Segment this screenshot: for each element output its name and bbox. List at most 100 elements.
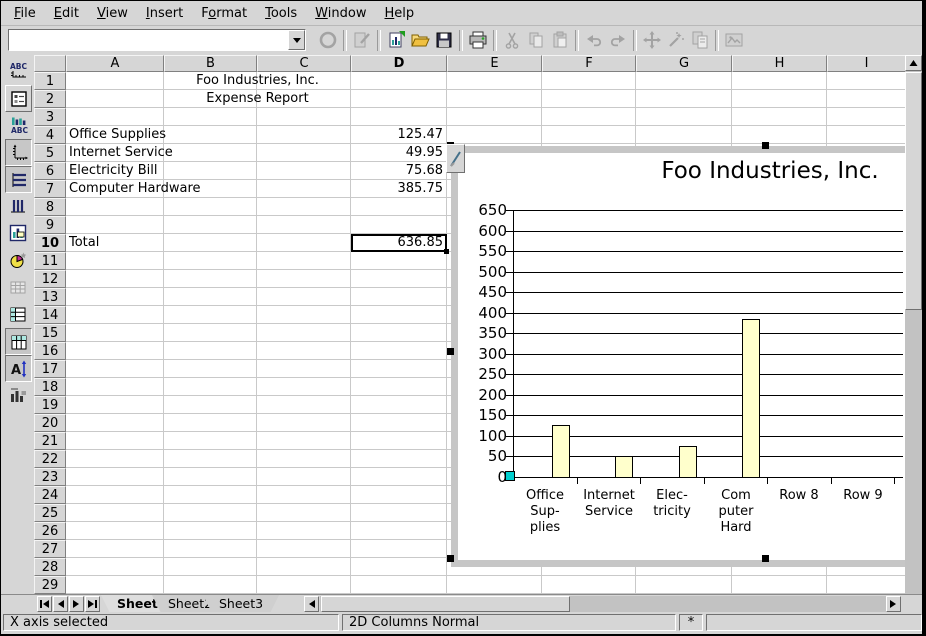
active-cell-border[interactable] — [351, 234, 447, 252]
menu-insert[interactable]: Insert — [137, 4, 192, 23]
combo-dropdown-icon[interactable] — [288, 30, 305, 50]
row-header-12[interactable]: 12 — [34, 270, 66, 288]
col-header-F[interactable]: F — [542, 55, 636, 72]
scroll-up-icon[interactable] — [905, 55, 922, 71]
y-axis-label[interactable]: 350 — [451, 325, 507, 341]
row-header-17[interactable]: 17 — [34, 360, 66, 378]
col-header-E[interactable]: E — [447, 55, 542, 72]
col-header-B[interactable]: B — [164, 55, 257, 72]
row-header-29[interactable]: 29 — [34, 576, 66, 594]
row-header-4[interactable]: 4 — [34, 126, 66, 144]
row-header-11[interactable]: 11 — [34, 252, 66, 270]
chart-bar[interactable] — [742, 319, 760, 478]
col-header-I[interactable]: I — [827, 55, 905, 72]
x-axis-category-label[interactable]: Com puter Hard — [705, 488, 767, 536]
col-header-D[interactable]: D — [351, 55, 447, 72]
cell-value[interactable]: 49.95 — [351, 144, 443, 162]
row-header-25[interactable]: 25 — [34, 504, 66, 522]
x-axis-category-label[interactable]: Row 9 — [832, 488, 894, 504]
sheet-tab-sheet3[interactable]: Sheet3 — [203, 595, 279, 613]
row-header-18[interactable]: 18 — [34, 378, 66, 396]
row-header-2[interactable]: 2 — [34, 90, 66, 108]
hscroll-thumb[interactable] — [321, 596, 570, 612]
autoformat-icon[interactable] — [5, 247, 30, 272]
cell-value[interactable]: 125.47 — [351, 126, 443, 144]
next-sheet-icon[interactable] — [69, 596, 84, 612]
row-header-1[interactable]: 1 — [34, 72, 66, 90]
data-in-rows-icon[interactable] — [5, 301, 30, 326]
object-selection-handle[interactable] — [762, 555, 769, 562]
row-header-5[interactable]: 5 — [34, 144, 66, 162]
col-header-A[interactable]: A — [66, 55, 164, 72]
first-sheet-icon[interactable] — [37, 596, 52, 612]
y-axis-label[interactable]: 600 — [451, 223, 507, 239]
chart-object[interactable]: Foo Industries, Inc.05010015020025030035… — [451, 146, 905, 567]
row-header-6[interactable]: 6 — [34, 162, 66, 180]
axis-selection-handle[interactable] — [505, 471, 515, 481]
y-axis-label[interactable]: 300 — [451, 346, 507, 362]
row-header-3[interactable]: 3 — [34, 108, 66, 126]
row-header-22[interactable]: 22 — [34, 450, 66, 468]
row-header-16[interactable]: 16 — [34, 342, 66, 360]
chart-type-icon[interactable] — [5, 220, 30, 245]
row-header-27[interactable]: 27 — [34, 540, 66, 558]
x-axis-category-label[interactable]: Row 8 — [768, 488, 830, 504]
row-header-20[interactable]: 20 — [34, 414, 66, 432]
hscroll-left-icon[interactable] — [304, 596, 319, 612]
col-header-G[interactable]: G — [636, 55, 732, 72]
object-selection-handle[interactable] — [762, 142, 769, 149]
hscroll-right-icon[interactable] — [886, 596, 901, 612]
chart-title[interactable]: Foo Industries, Inc. — [610, 158, 926, 184]
legend-icon[interactable] — [5, 85, 32, 112]
merged-title-cell[interactable]: Expense Report — [164, 90, 351, 108]
x-axis[interactable] — [513, 477, 903, 478]
grid-corner[interactable] — [34, 55, 66, 72]
y-axis-label[interactable]: 150 — [451, 407, 507, 423]
row-header-21[interactable]: 21 — [34, 432, 66, 450]
y-axis[interactable] — [513, 210, 514, 477]
menu-file[interactable]: File — [5, 4, 45, 23]
vertical-scrollbar[interactable] — [905, 55, 922, 612]
chart-bar[interactable] — [679, 446, 697, 478]
print-icon[interactable] — [466, 28, 490, 52]
open-icon[interactable] — [408, 28, 432, 52]
chart-title-icon[interactable]: ABC — [5, 112, 30, 137]
cell-label[interactable]: Internet Service — [69, 144, 173, 162]
x-axis-category-label[interactable]: Elec- tricity — [641, 488, 703, 520]
cell-value[interactable]: 75.68 — [351, 162, 443, 180]
y-axis-label[interactable]: 250 — [451, 366, 507, 382]
cell-value[interactable]: 385.75 — [351, 180, 443, 198]
menu-tools[interactable]: Tools — [256, 4, 306, 23]
new-icon[interactable] — [384, 28, 408, 52]
fill-handle[interactable] — [444, 249, 449, 254]
prev-sheet-icon[interactable] — [53, 596, 68, 612]
row-header-14[interactable]: 14 — [34, 306, 66, 324]
y-axis-label[interactable]: 0 — [451, 469, 507, 485]
chart-bar[interactable] — [615, 456, 633, 478]
x-axis-category-label[interactable]: Internet Service — [578, 488, 640, 520]
y-axis-label[interactable]: 550 — [451, 243, 507, 259]
function-combo[interactable] — [8, 29, 306, 51]
scale-text-icon[interactable]: A — [5, 355, 32, 382]
row-header-24[interactable]: 24 — [34, 486, 66, 504]
chart-bar[interactable] — [552, 425, 570, 478]
vscroll-thumb[interactable] — [905, 72, 922, 310]
last-sheet-icon[interactable] — [85, 596, 100, 612]
vertical-grid-icon[interactable] — [5, 193, 30, 218]
menu-view[interactable]: View — [88, 4, 137, 23]
y-axis-label[interactable]: 100 — [451, 428, 507, 444]
row-header-26[interactable]: 26 — [34, 522, 66, 540]
y-axis-label[interactable]: 200 — [451, 387, 507, 403]
col-header-C[interactable]: C — [257, 55, 351, 72]
data-in-columns-icon[interactable] — [5, 328, 32, 355]
horizontal-grid-icon[interactable] — [5, 166, 32, 193]
reorganize-chart-icon[interactable] — [5, 382, 30, 407]
menu-format[interactable]: Format — [192, 4, 256, 23]
cell-label[interactable]: Computer Hardware — [69, 180, 201, 198]
y-axis-label[interactable]: 650 — [451, 202, 507, 218]
y-axis-label[interactable]: 400 — [451, 305, 507, 321]
x-axis-category-label[interactable]: Office Sup- plies — [514, 488, 576, 536]
menu-window[interactable]: Window — [306, 4, 375, 23]
cell-label[interactable]: Total — [69, 234, 99, 252]
y-axis-label[interactable]: 500 — [451, 264, 507, 280]
